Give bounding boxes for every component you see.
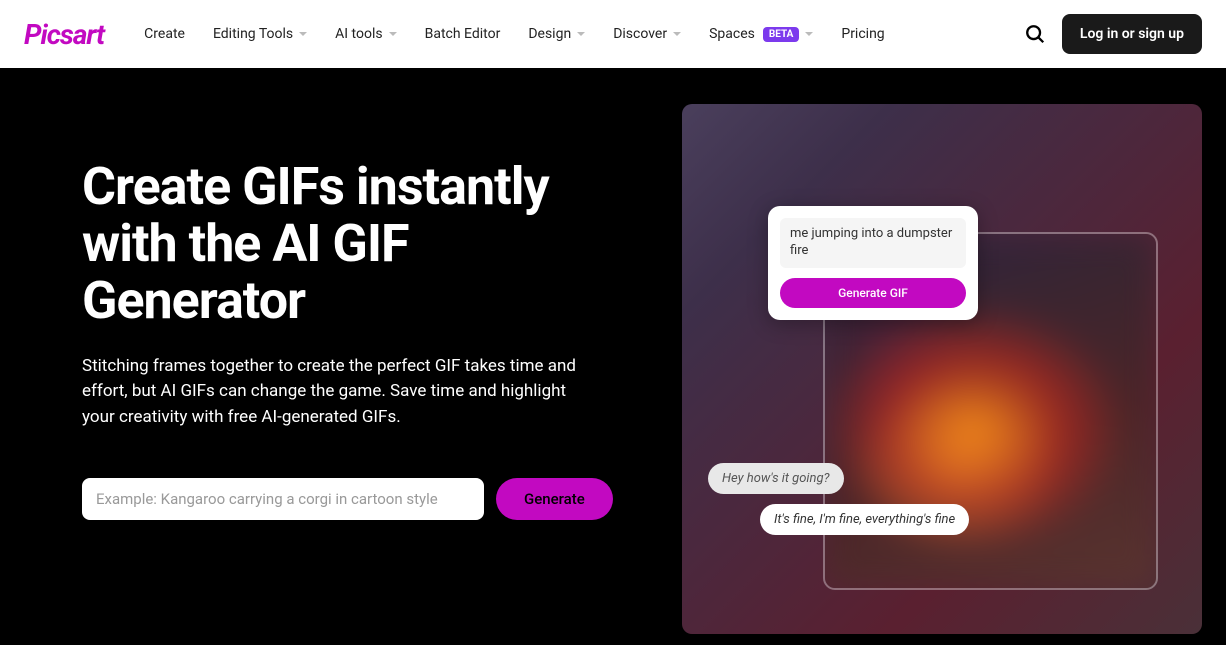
search-icon[interactable] (1024, 23, 1046, 45)
beta-badge: BETA (763, 27, 800, 42)
nav-label: Discover (613, 26, 667, 42)
chat-bubble-2: It's fine, I'm fine, everything's fine (760, 504, 969, 535)
nav-item-editing-tools[interactable]: Editing Tools (213, 26, 307, 42)
hero-title: Create GIFs instantly with the AI GIF Ge… (82, 158, 632, 330)
nav-item-pricing[interactable]: Pricing (841, 26, 884, 42)
login-button[interactable]: Log in or sign up (1062, 14, 1202, 54)
header-right: Log in or sign up (1024, 14, 1202, 54)
prompt-row: Generate (82, 478, 632, 520)
nav-label: Pricing (841, 26, 884, 42)
prompt-input[interactable] (82, 478, 484, 520)
chevron-down-icon (673, 32, 681, 36)
nav-label: Editing Tools (213, 26, 293, 42)
nav-label: Batch Editor (425, 26, 501, 42)
nav-item-design[interactable]: Design (528, 26, 585, 42)
prompt-card: me jumping into a dumpster fire Generate… (768, 206, 978, 320)
hero-content: Create GIFs instantly with the AI GIF Ge… (82, 68, 632, 645)
nav-item-ai-tools[interactable]: AI tools (335, 26, 396, 42)
hero-subtitle: Stitching frames together to create the … (82, 354, 592, 431)
nav-item-batch-editor[interactable]: Batch Editor (425, 26, 501, 42)
nav-item-spaces[interactable]: Spaces BETA (709, 26, 813, 42)
nav-label: AI tools (335, 26, 382, 42)
nav-label: Design (528, 26, 571, 42)
chevron-down-icon (805, 32, 813, 36)
nav-item-discover[interactable]: Discover (613, 26, 681, 42)
chevron-down-icon (389, 32, 397, 36)
nav-label: Create (144, 26, 185, 42)
main-nav: Create Editing Tools AI tools Batch Edit… (144, 26, 1024, 42)
hero-section: Create GIFs instantly with the AI GIF Ge… (0, 68, 1226, 645)
chevron-down-icon (577, 32, 585, 36)
nav-item-create[interactable]: Create (144, 26, 185, 42)
nav-label: Spaces (709, 26, 755, 42)
chat-bubble-1: Hey how's it going? (708, 463, 844, 494)
chevron-down-icon (299, 32, 307, 36)
header: Picsart Create Editing Tools AI tools Ba… (0, 0, 1226, 68)
prompt-card-text: me jumping into a dumpster fire (780, 218, 966, 268)
generate-button[interactable]: Generate (496, 478, 613, 520)
logo[interactable]: Picsart (24, 18, 104, 51)
preview-panel: me jumping into a dumpster fire Generate… (682, 104, 1202, 634)
card-generate-button[interactable]: Generate GIF (780, 278, 966, 308)
